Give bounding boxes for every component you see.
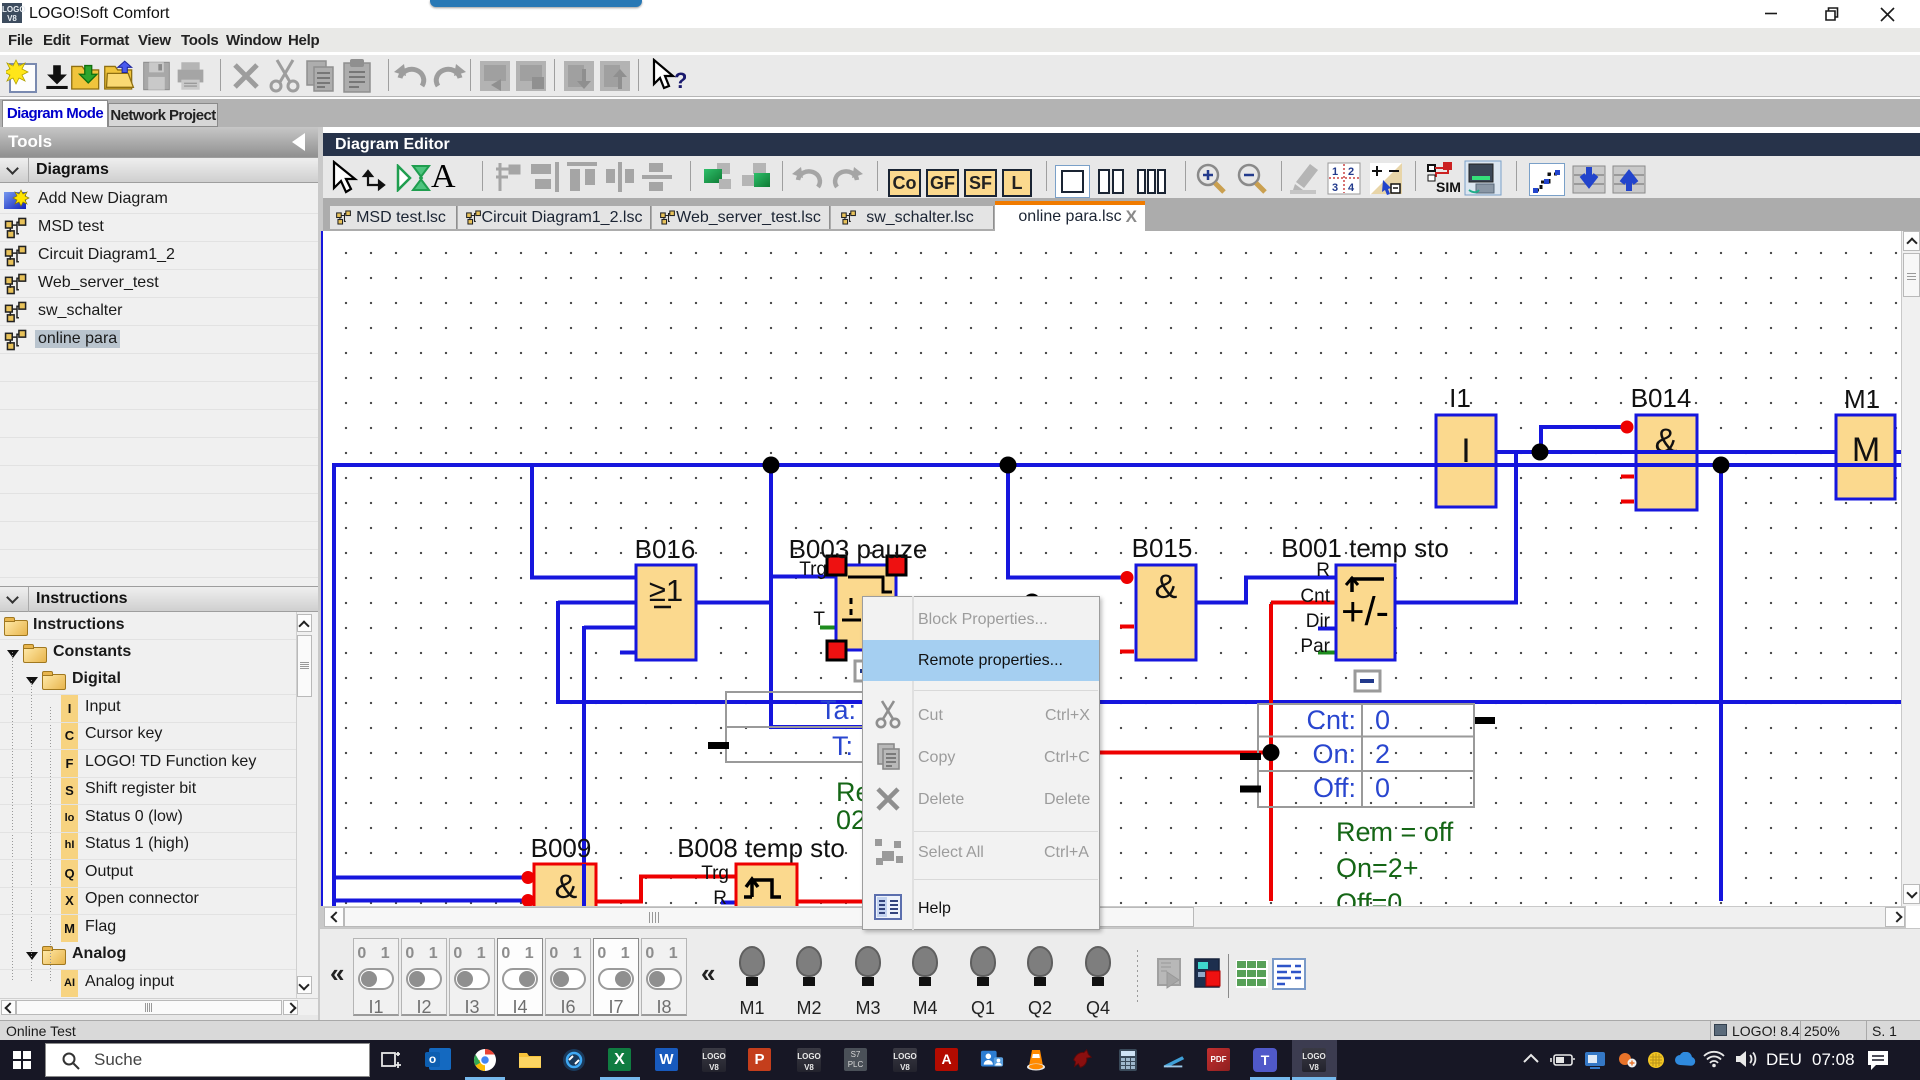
svg-text:4: 4	[1348, 182, 1355, 194]
svg-text:R: R	[713, 888, 727, 906]
svg-text:02:00s+: 02:00s+	[836, 805, 933, 835]
svg-text:3: 3	[1332, 182, 1338, 194]
svg-text:Cnt: Cnt	[1300, 586, 1330, 607]
svg-text:T: T	[813, 609, 825, 630]
svg-text:B009: B009	[531, 833, 592, 863]
svg-text:≥1: ≥1	[649, 573, 683, 608]
svg-text:B015: B015	[1132, 533, 1193, 563]
svg-text:2: 2	[1348, 166, 1354, 178]
svg-text:2: 2	[1375, 739, 1390, 769]
svg-text:Trg: Trg	[701, 863, 729, 884]
svg-text:On:: On:	[1312, 739, 1356, 769]
svg-text:Cnt:: Cnt:	[1306, 705, 1356, 735]
svg-text:Rem = off: Rem = off	[1336, 817, 1454, 847]
svg-text:0: 0	[1375, 705, 1390, 735]
svg-text:B001 temp sto: B001 temp sto	[1281, 533, 1449, 563]
svg-text:Trg: Trg	[799, 559, 827, 580]
svg-text:?: ?	[674, 68, 686, 93]
svg-text:Off:: Off:	[1313, 773, 1356, 803]
svg-text:&: &	[1155, 568, 1178, 606]
svg-text:R: R	[1316, 560, 1330, 581]
svg-text:1: 1	[1332, 166, 1338, 178]
svg-text:Off=0: Off=0	[1336, 888, 1402, 906]
svg-text:+/-: +/-	[1341, 590, 1389, 634]
svg-text:I1: I1	[1449, 383, 1471, 413]
svg-text:Par: Par	[1300, 636, 1330, 657]
svg-text:B008 temp sto: B008 temp sto	[677, 833, 845, 863]
svg-text:0: 0	[1375, 773, 1390, 803]
svg-text:&: &	[1655, 422, 1678, 460]
svg-text:Ta:: Ta:	[820, 695, 856, 725]
svg-text:SIM: SIM	[1436, 179, 1461, 195]
svg-text:M1: M1	[1844, 384, 1880, 414]
svg-text:T:: T:	[832, 731, 853, 761]
svg-text:Rem = off: Rem = off	[836, 777, 954, 807]
svg-text:On=2+: On=2+	[1336, 853, 1419, 883]
svg-text:Dir: Dir	[1306, 611, 1331, 632]
svg-text:B014: B014	[1631, 383, 1692, 413]
svg-text:B016: B016	[635, 534, 696, 564]
svg-text:&: &	[555, 868, 578, 906]
